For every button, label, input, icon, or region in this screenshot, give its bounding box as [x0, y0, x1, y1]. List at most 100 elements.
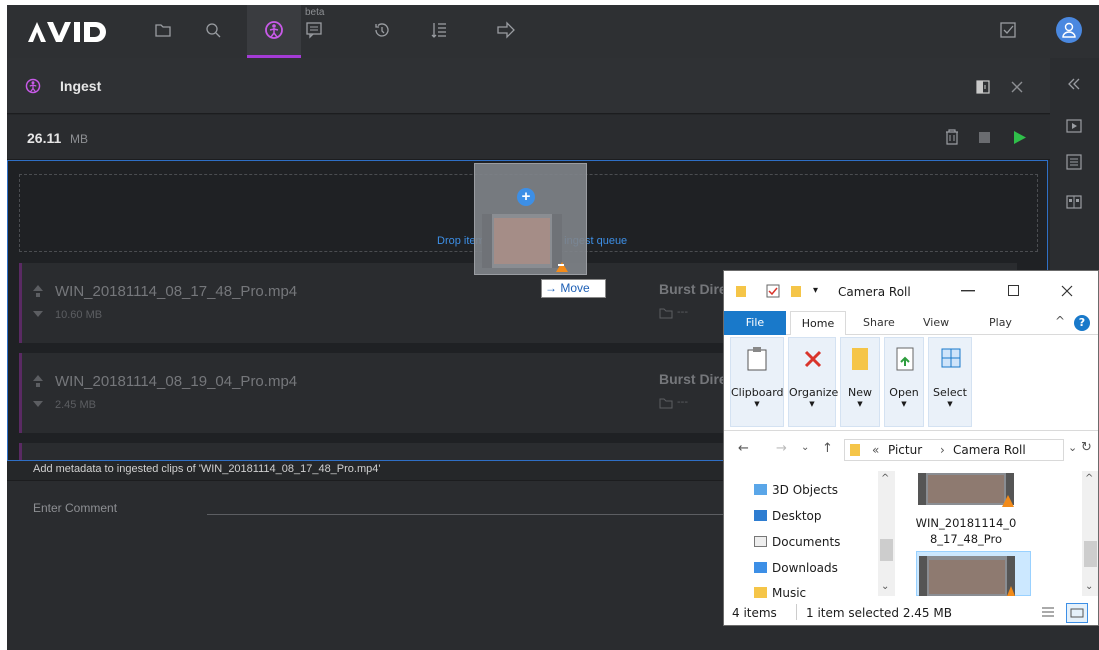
- explorer-titlebar[interactable]: ▾ Camera Roll: [724, 271, 1098, 311]
- scroll-up-icon[interactable]: ^: [1085, 473, 1093, 484]
- video-thumbnail-icon: [918, 473, 1014, 507]
- large-icons-view-button[interactable]: [1066, 603, 1088, 623]
- avid-logo: [28, 22, 106, 42]
- dropdown-chevron-icon: ▼: [754, 400, 760, 408]
- panel-title: Ingest: [60, 78, 102, 94]
- scroll-thumb[interactable]: [880, 539, 893, 561]
- metadata-panel-icon[interactable]: [1066, 154, 1082, 170]
- nav-scrollbar[interactable]: ^ ⌄: [878, 471, 895, 596]
- clip-name: WIN_20181114_08_17_48_Pro.mp4: [55, 283, 298, 300]
- large-icons-view-icon: [1070, 608, 1084, 618]
- minimize-icon[interactable]: [961, 290, 975, 292]
- history-icon[interactable]: [371, 19, 393, 41]
- address-segment[interactable]: Camera Roll: [953, 443, 1026, 457]
- file-scrollbar[interactable]: ^ ⌄: [1082, 471, 1098, 596]
- properties-check-icon[interactable]: [766, 284, 780, 298]
- video-thumbnail-icon: [482, 214, 568, 272]
- ribbon-new[interactable]: New ▼: [840, 337, 880, 427]
- forward-arrow-icon[interactable]: →: [776, 441, 787, 456]
- address-bar[interactable]: « Pictur › Camera Roll: [844, 439, 1064, 461]
- search-icon[interactable]: [202, 19, 224, 41]
- scroll-down-icon[interactable]: ⌄: [1085, 581, 1093, 592]
- close-icon[interactable]: [1010, 80, 1024, 94]
- top-bar: beta: [7, 5, 1099, 58]
- file-explorer-window[interactable]: ▾ Camera Roll File Home Share View Play …: [723, 270, 1099, 626]
- folder-icon: [850, 444, 860, 456]
- back-arrow-icon[interactable]: ←: [738, 441, 749, 456]
- video-thumbnail-icon: [919, 556, 1015, 596]
- file-name: WIN_20181114_0 8_17_48_Pro: [907, 515, 1025, 547]
- dropdown-chevron-icon: ▼: [809, 400, 815, 408]
- file-item-selected[interactable]: [916, 551, 1031, 596]
- collapse-left-icon[interactable]: [1066, 76, 1082, 92]
- tab-home[interactable]: Home: [790, 311, 846, 336]
- quick-access-chevron-icon[interactable]: ▾: [813, 285, 818, 296]
- beta-label: beta: [305, 7, 325, 18]
- file-name-line-1: WIN_20181114_0: [915, 516, 1017, 530]
- recent-chevron-icon[interactable]: ⌄: [801, 442, 809, 453]
- tab-view[interactable]: View: [923, 316, 949, 329]
- reorder-icon[interactable]: [33, 285, 43, 317]
- compare-panel-icon[interactable]: [1066, 194, 1082, 210]
- folder-icon: [659, 308, 673, 319]
- clip-name: WIN_20181114_08_19_04_Pro.mp4: [55, 373, 298, 390]
- user-avatar[interactable]: [1056, 17, 1082, 43]
- ribbon-clipboard[interactable]: Clipboard ▼: [730, 337, 784, 427]
- clip-destination: Burst Dire: [659, 371, 727, 387]
- comment-underline: [207, 514, 727, 515]
- user-avatar-icon: [1062, 22, 1076, 38]
- scroll-thumb[interactable]: [1084, 541, 1097, 567]
- delete-x-icon: [804, 350, 822, 368]
- refresh-icon[interactable]: ↻: [1081, 440, 1092, 455]
- ingest-icon: [25, 78, 41, 94]
- file-item[interactable]: WIN_20181114_0 8_17_48_Pro: [902, 471, 1032, 551]
- new-folder-icon[interactable]: [791, 285, 803, 297]
- tab-share[interactable]: Share: [863, 316, 895, 329]
- trash-icon[interactable]: [944, 129, 960, 145]
- chat-icon[interactable]: [303, 19, 325, 41]
- task-check-icon[interactable]: [997, 19, 1019, 41]
- metadata-title: Add metadata to ingested clips of 'WIN_2…: [33, 463, 381, 475]
- selection-info: 1 item selected 2.45 MB: [806, 606, 952, 620]
- address-segment[interactable]: Pictur: [888, 443, 922, 457]
- help-icon[interactable]: ?: [1074, 315, 1090, 331]
- ribbon-select-label: Select: [933, 386, 967, 399]
- file-list: WIN_20181114_0 8_17_48_Pro ^ ⌄: [902, 471, 1098, 596]
- nav-item-label: Downloads: [772, 561, 838, 575]
- scroll-up-icon[interactable]: ^: [881, 473, 889, 484]
- close-icon[interactable]: [1061, 285, 1073, 297]
- ribbon-collapse-chevron-icon[interactable]: ^: [1055, 314, 1065, 328]
- tab-play[interactable]: Play: [989, 316, 1012, 329]
- comment-field[interactable]: Enter Comment: [33, 501, 117, 515]
- tab-file[interactable]: File: [724, 311, 786, 335]
- nav-item-downloads[interactable]: Downloads: [754, 559, 838, 577]
- ingest-icon[interactable]: [263, 19, 285, 41]
- folder-icon: [659, 398, 673, 409]
- 3d-objects-icon: [754, 484, 767, 495]
- clip-destination-status: ---: [659, 306, 691, 321]
- explorer-ribbon-tabs: File Home Share View Play ^ ?: [724, 311, 1098, 336]
- address-overflow[interactable]: «: [872, 443, 879, 457]
- details-view-icon[interactable]: [1040, 605, 1056, 621]
- play-icon[interactable]: [1013, 131, 1026, 144]
- ribbon-open[interactable]: Open ▼: [884, 337, 924, 427]
- maximize-icon[interactable]: [1008, 285, 1019, 296]
- player-icon[interactable]: [1066, 118, 1082, 134]
- ribbon-select[interactable]: Select ▼: [928, 337, 972, 427]
- folder-icon[interactable]: [152, 19, 174, 41]
- nav-item-desktop[interactable]: Desktop: [754, 507, 822, 525]
- ribbon-organize[interactable]: Organize ▼: [788, 337, 838, 427]
- nav-item-documents[interactable]: Documents: [754, 533, 840, 551]
- explorer-ribbon: Clipboard ▼ Organize ▼ New ▼ Open ▼ Sele…: [724, 335, 1098, 431]
- clip-destination-status-text: ---: [677, 396, 688, 408]
- up-arrow-icon[interactable]: ↑: [822, 441, 833, 456]
- stop-icon[interactable]: [979, 132, 990, 143]
- scroll-down-icon[interactable]: ⌄: [881, 581, 889, 592]
- forward-icon[interactable]: [495, 19, 517, 41]
- queue-list-icon[interactable]: [428, 19, 450, 41]
- nav-item-3d-objects[interactable]: 3D Objects: [754, 481, 838, 499]
- reorder-icon[interactable]: [33, 375, 43, 407]
- dock-panel-icon[interactable]: [976, 80, 990, 94]
- address-dropdown-icon[interactable]: ⌄: [1068, 441, 1077, 454]
- navigation-pane: 3D Objects Desktop Documents Downloads M…: [724, 471, 902, 600]
